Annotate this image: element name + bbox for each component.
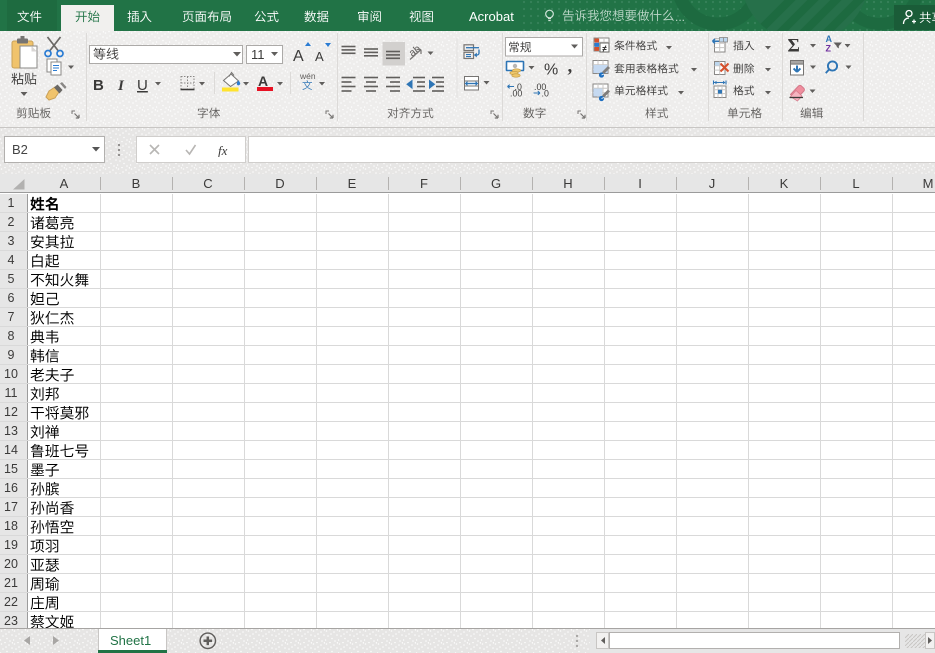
svg-text:A: A — [315, 49, 324, 64]
svg-text:.00: .00 — [510, 89, 522, 99]
svg-text:,: , — [568, 56, 573, 77]
svg-text:%: % — [544, 62, 558, 79]
svg-text:A: A — [293, 48, 304, 65]
svg-text:Σ: Σ — [788, 36, 800, 57]
svg-text:U: U — [137, 77, 148, 94]
svg-text:Z: Z — [826, 44, 832, 54]
svg-text:A: A — [258, 73, 268, 89]
svg-text:A: A — [826, 34, 833, 44]
svg-text:.0: .0 — [542, 89, 549, 99]
svg-text:B: B — [93, 77, 104, 94]
svg-text:I: I — [117, 78, 125, 94]
svg-text:fx: fx — [218, 143, 228, 157]
